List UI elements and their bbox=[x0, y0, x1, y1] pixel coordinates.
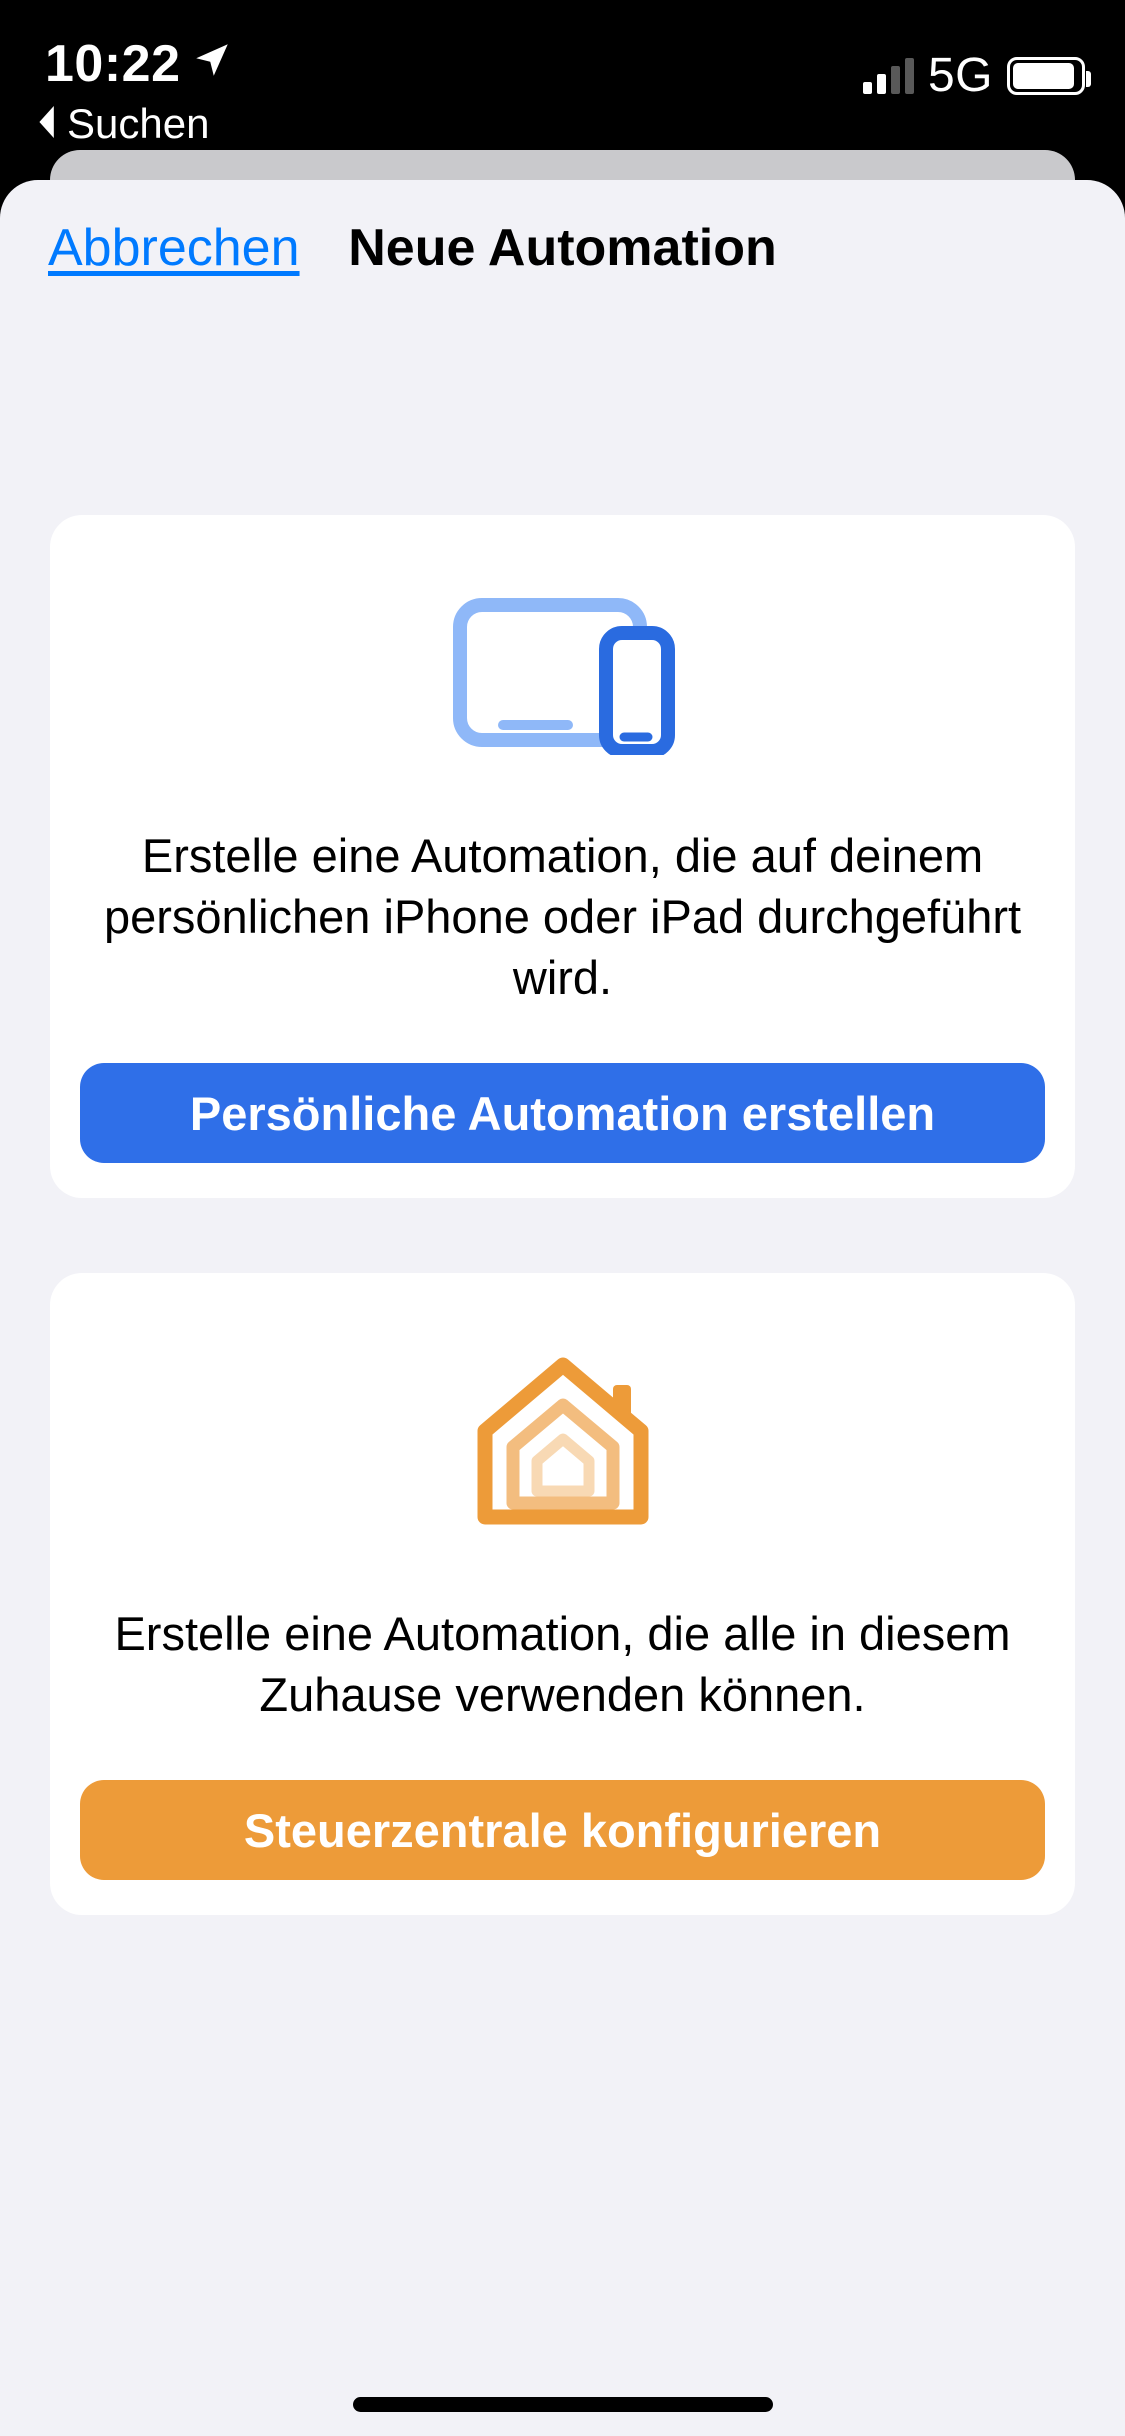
cellular-signal-icon bbox=[863, 58, 914, 94]
home-indicator[interactable] bbox=[353, 2397, 773, 2412]
clock-label: 10:22 bbox=[45, 34, 181, 94]
modal-nav-bar: Abbrechen Neue Automation bbox=[0, 180, 1125, 315]
network-type-label: 5G bbox=[928, 48, 993, 103]
chevron-left-icon bbox=[37, 100, 61, 148]
modal-title: Neue Automation bbox=[348, 218, 777, 278]
modal-sheet: Abbrechen Neue Automation Erstelle eine … bbox=[0, 180, 1125, 2436]
status-breadcrumb-back[interactable]: Suchen bbox=[37, 100, 209, 148]
card-home-automation: Erstelle eine Automation, die alle in di… bbox=[50, 1273, 1075, 1915]
status-time: 10:22 bbox=[45, 34, 233, 94]
configure-home-hub-button[interactable]: Steuerzentrale konfigurieren bbox=[80, 1780, 1045, 1880]
card-personal-automation: Erstelle eine Automation, die auf deinem… bbox=[50, 515, 1075, 1198]
home-icon bbox=[80, 1353, 1045, 1533]
home-automation-description: Erstelle eine Automation, die alle in di… bbox=[80, 1603, 1045, 1780]
battery-icon bbox=[1007, 57, 1085, 95]
devices-icon bbox=[80, 595, 1045, 755]
back-app-label: Suchen bbox=[67, 100, 209, 148]
location-arrow-icon bbox=[191, 34, 233, 94]
cancel-button[interactable]: Abbrechen bbox=[48, 218, 300, 278]
personal-automation-description: Erstelle eine Automation, die auf deinem… bbox=[80, 825, 1045, 1063]
create-personal-automation-button[interactable]: Persönliche Automation erstellen bbox=[80, 1063, 1045, 1163]
status-bar: 10:22 Suchen 5G bbox=[0, 0, 1125, 140]
